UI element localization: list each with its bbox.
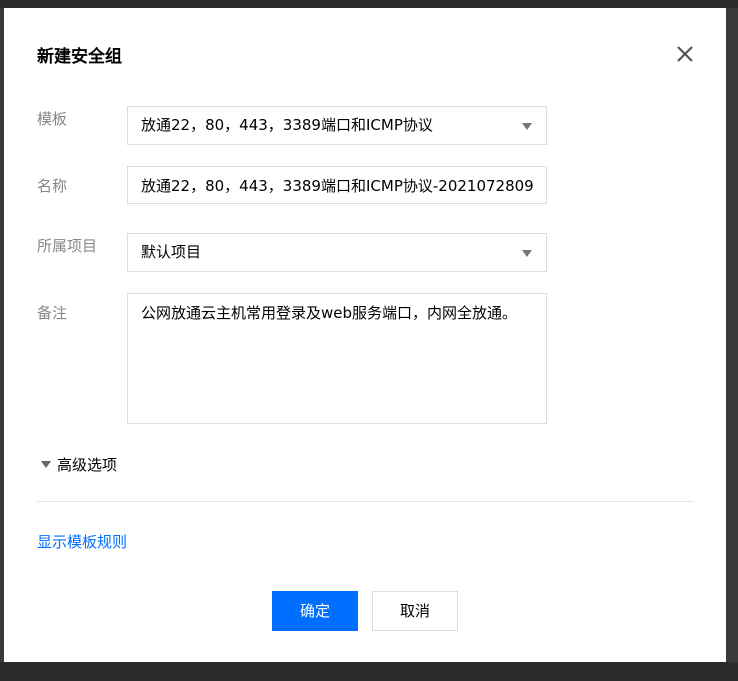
remark-label: 备注	[37, 304, 68, 322]
project-select-value: 默认项目	[141, 243, 202, 261]
advanced-options-label: 高级选项	[57, 456, 118, 474]
new-security-group-dialog: 新建安全组 模板 放通22，80，443，3389端口和ICMP协议 名称 所属…	[4, 8, 726, 662]
name-label: 名称	[37, 177, 68, 195]
project-label: 所属项目	[37, 237, 98, 255]
dialog-title: 新建安全组	[37, 47, 122, 67]
caret-down-icon	[522, 250, 532, 257]
close-button[interactable]	[675, 44, 695, 64]
confirm-button[interactable]: 确定	[272, 591, 358, 631]
backdrop-bottom-strip	[0, 662, 738, 681]
template-label: 模板	[37, 110, 68, 128]
cancel-button[interactable]: 取消	[372, 591, 458, 631]
triangle-down-icon	[41, 461, 51, 468]
divider	[37, 501, 694, 502]
remark-textarea[interactable]: 公网放通云主机常用登录及web服务端口，内网全放通。	[127, 293, 547, 424]
backdrop-top-strip	[0, 0, 738, 8]
template-select[interactable]: 放通22，80，443，3389端口和ICMP协议	[127, 106, 547, 145]
show-template-rules-link[interactable]: 显示模板规则	[37, 531, 127, 552]
project-select[interactable]: 默认项目	[127, 233, 547, 272]
name-input[interactable]	[127, 166, 547, 204]
caret-down-icon	[522, 123, 532, 130]
close-icon	[677, 46, 693, 62]
advanced-options-toggle[interactable]: 高级选项	[41, 454, 117, 475]
template-select-value: 放通22，80，443，3389端口和ICMP协议	[141, 116, 433, 134]
